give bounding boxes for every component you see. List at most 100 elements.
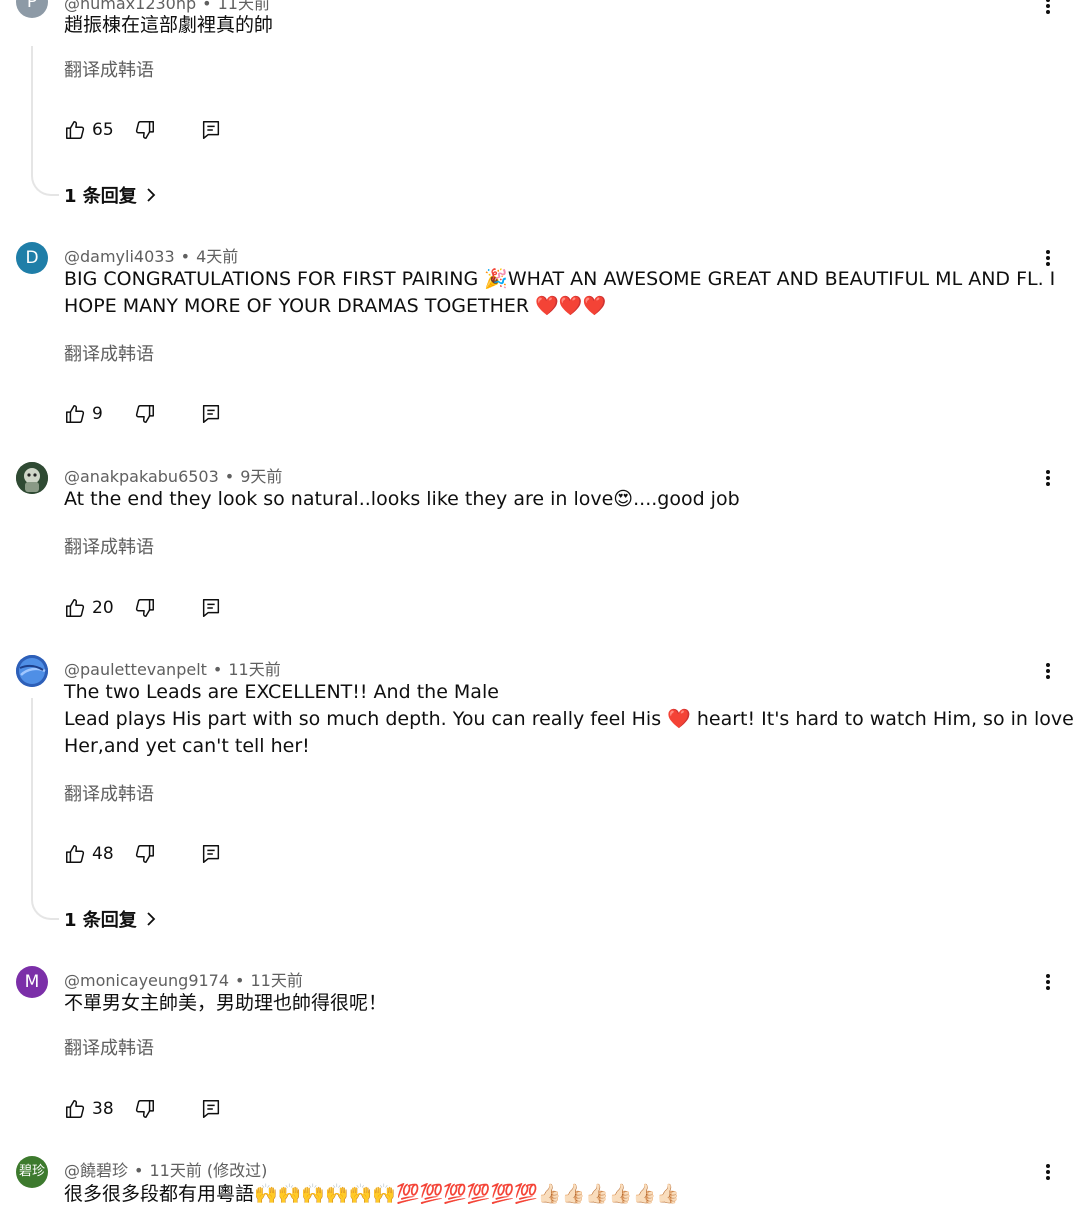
comment-text-line: 不單男女主帥美，男助理也帥得很呢！ bbox=[64, 992, 388, 1014]
chevron-right-icon bbox=[147, 912, 156, 926]
avatar[interactable] bbox=[16, 462, 48, 494]
reply-icon bbox=[202, 405, 220, 423]
translate-link[interactable]: 翻译成韩语 bbox=[64, 1034, 154, 1060]
comment-author[interactable]: @anakpakabu6503 bbox=[64, 467, 219, 486]
reply-icon bbox=[202, 1100, 220, 1118]
more-options-button[interactable] bbox=[1038, 970, 1058, 994]
like-count: 48 bbox=[92, 844, 114, 864]
view-replies-button[interactable]: 1 条回复 bbox=[64, 906, 157, 932]
more-vert-icon bbox=[1046, 0, 1050, 14]
replies-label: 1 条回复 bbox=[64, 186, 137, 207]
comment-actions: 65 bbox=[64, 118, 222, 142]
avatar[interactable]: M bbox=[16, 966, 48, 998]
dislike-button[interactable] bbox=[134, 597, 156, 619]
like-count: 38 bbox=[92, 1099, 114, 1119]
like-count: 20 bbox=[92, 598, 114, 618]
comment-meta: @饒碧珍 • 11天前 (修改过) bbox=[64, 1161, 268, 1180]
comment-actions: 9 bbox=[64, 402, 222, 426]
comment-author[interactable]: @monicayeung9174 bbox=[64, 971, 229, 990]
reply-button[interactable] bbox=[200, 119, 222, 141]
comment-author[interactable]: @damyli4033 bbox=[64, 247, 175, 266]
comment-time: 11天前 (修改过) bbox=[149, 1161, 268, 1180]
more-vert-icon bbox=[1046, 974, 1050, 990]
avatar[interactable]: P bbox=[16, 0, 48, 18]
like-button[interactable]: 48 bbox=[64, 843, 122, 865]
thumbs-down-icon bbox=[135, 121, 154, 139]
comment-time: 11天前 bbox=[250, 971, 303, 990]
dislike-button[interactable] bbox=[134, 843, 156, 865]
dislike-button[interactable] bbox=[134, 119, 156, 141]
avatar[interactable]: D bbox=[16, 242, 48, 274]
comment-meta: @anakpakabu6503 • 9天前 bbox=[64, 467, 283, 486]
comment-text: At the end they look so natural..looks l… bbox=[64, 486, 1049, 513]
comment-actions: 48 bbox=[64, 842, 222, 866]
comment-time: 4天前 bbox=[196, 247, 239, 266]
dislike-button[interactable] bbox=[134, 403, 156, 425]
like-button[interactable]: 65 bbox=[64, 119, 122, 141]
translate-link[interactable]: 翻译成韩语 bbox=[64, 56, 154, 82]
more-options-button[interactable] bbox=[1038, 1160, 1058, 1184]
comment-author[interactable]: @paulettevanpelt bbox=[64, 660, 207, 679]
translate-link[interactable]: 翻译成韩语 bbox=[64, 533, 154, 559]
thread-connector bbox=[31, 698, 59, 920]
more-options-button[interactable] bbox=[1038, 466, 1058, 490]
thread-connector bbox=[31, 46, 59, 196]
comment-time: 11天前 bbox=[228, 660, 281, 679]
thumbs-up-icon bbox=[66, 405, 85, 423]
translate-link[interactable]: 翻译成韩语 bbox=[64, 340, 154, 366]
like-button[interactable]: 38 bbox=[64, 1098, 122, 1120]
comment-text-line: The two Leads are EXCELLENT!! And the Ma… bbox=[64, 681, 499, 703]
more-vert-icon bbox=[1046, 663, 1050, 679]
comment-actions: 38 bbox=[64, 1097, 222, 1121]
comment-actions: 20 bbox=[64, 596, 222, 620]
reply-button[interactable] bbox=[200, 843, 222, 865]
comment-text-line: At the end they look so natural..looks l… bbox=[64, 488, 740, 510]
comment-text-line: Her,and yet can't tell her! bbox=[64, 735, 310, 757]
comment-meta: @paulettevanpelt • 11天前 bbox=[64, 660, 281, 679]
chevron-right-icon bbox=[147, 188, 156, 202]
comment-text: BIG CONGRATULATIONS FOR FIRST PAIRING 🎉W… bbox=[64, 266, 1056, 320]
reply-button[interactable] bbox=[200, 403, 222, 425]
reply-button[interactable] bbox=[200, 1098, 222, 1120]
avatar-image bbox=[16, 462, 48, 494]
avatar[interactable]: 碧珍 bbox=[16, 1156, 48, 1188]
more-vert-icon bbox=[1046, 470, 1050, 486]
comment-text-line: BIG CONGRATULATIONS FOR FIRST PAIRING 🎉W… bbox=[64, 268, 1056, 290]
more-options-button[interactable] bbox=[1038, 0, 1058, 18]
avatar-image bbox=[16, 655, 48, 687]
thumbs-up-icon bbox=[66, 1100, 85, 1118]
comment-time: 9天前 bbox=[240, 467, 283, 486]
dislike-button[interactable] bbox=[134, 1098, 156, 1120]
reply-icon bbox=[202, 599, 220, 617]
comment-author[interactable]: @饒碧珍 bbox=[64, 1161, 128, 1180]
thumbs-down-icon bbox=[135, 599, 154, 617]
thumbs-down-icon bbox=[135, 1100, 154, 1118]
avatar[interactable] bbox=[16, 655, 48, 687]
reply-button[interactable] bbox=[200, 597, 222, 619]
like-button[interactable]: 9 bbox=[64, 403, 122, 425]
like-count: 65 bbox=[92, 120, 114, 140]
comment-meta: @monicayeung9174 • 11天前 bbox=[64, 971, 303, 990]
thumbs-up-icon bbox=[66, 845, 85, 863]
view-replies-button[interactable]: 1 条回复 bbox=[64, 182, 157, 208]
more-options-button[interactable] bbox=[1038, 246, 1058, 270]
comment-text-line: HOPE MANY MORE OF YOUR DRAMAS TOGETHER ❤… bbox=[64, 295, 607, 317]
comment-text: 不單男女主帥美，男助理也帥得很呢！ bbox=[64, 990, 1049, 1017]
more-vert-icon bbox=[1046, 1164, 1050, 1180]
thumbs-down-icon bbox=[135, 405, 154, 423]
thumbs-down-icon bbox=[135, 845, 154, 863]
comment-meta: @damyli4033 • 4天前 bbox=[64, 247, 239, 266]
thumbs-up-icon bbox=[66, 121, 85, 139]
like-count: 9 bbox=[92, 404, 103, 424]
comment-text-line: 很多很多段都有用粵語🙌🙌🙌🙌🙌🙌💯💯💯💯💯💯👍🏻👍🏻👍🏻👍🏻👍🏻👍🏻 bbox=[64, 1183, 680, 1205]
comment-text-line: 趙振棟在這部劇裡真的帥 bbox=[64, 14, 274, 36]
reply-icon bbox=[202, 845, 220, 863]
replies-label: 1 条回复 bbox=[64, 910, 137, 931]
translate-link[interactable]: 翻译成韩语 bbox=[64, 780, 154, 806]
like-button[interactable]: 20 bbox=[64, 597, 122, 619]
comment-text: 很多很多段都有用粵語🙌🙌🙌🙌🙌🙌💯💯💯💯💯💯👍🏻👍🏻👍🏻👍🏻👍🏻👍🏻 bbox=[64, 1181, 1049, 1208]
reply-icon bbox=[202, 121, 220, 139]
more-options-button[interactable] bbox=[1038, 659, 1058, 683]
comment-text: 趙振棟在這部劇裡真的帥 bbox=[64, 12, 1049, 39]
comment-text-line: Lead plays His part with so much depth. … bbox=[64, 708, 1080, 730]
